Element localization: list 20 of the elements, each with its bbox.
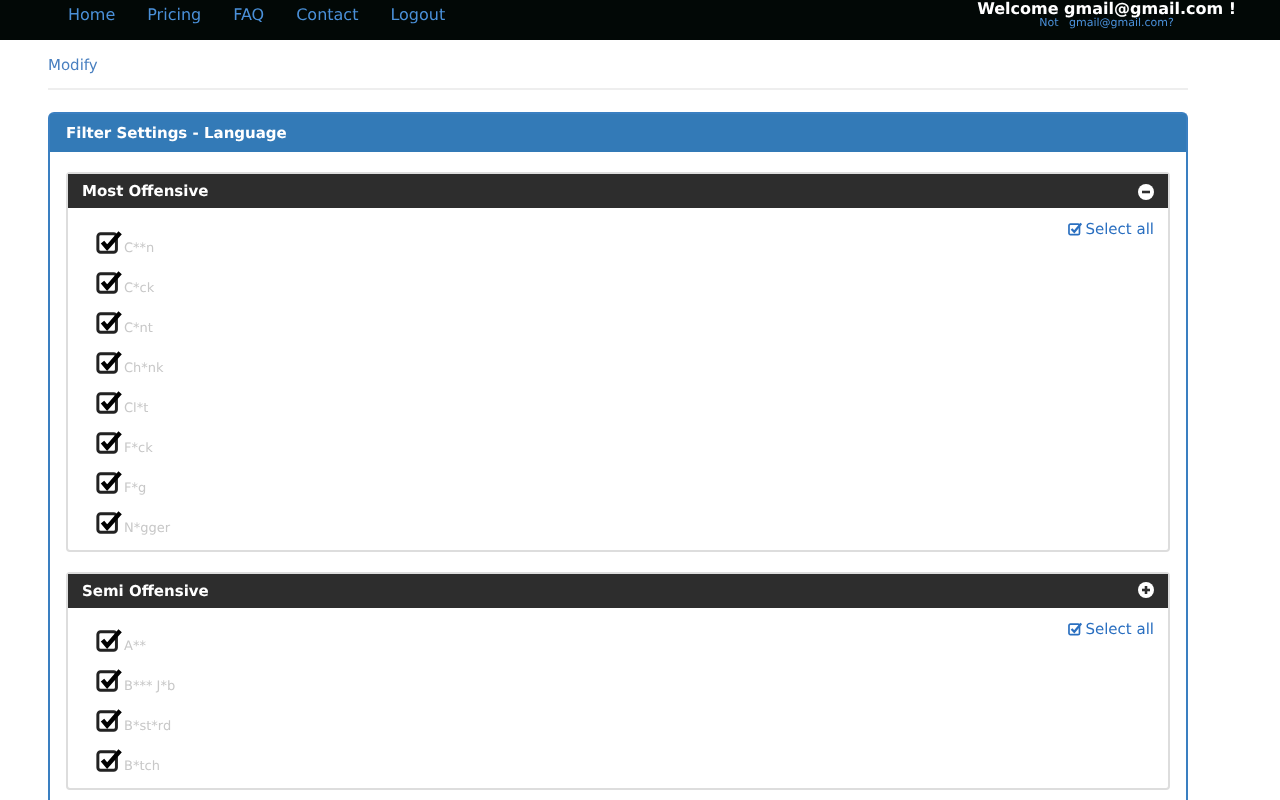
checked-checkbox[interactable] xyxy=(96,229,122,255)
expand-icon[interactable] xyxy=(1138,582,1154,598)
checked-checkbox[interactable] xyxy=(96,509,122,535)
nav-link[interactable]: FAQ xyxy=(217,0,281,30)
welcome-text: Welcome gmail@gmail.com ! xyxy=(977,0,1236,18)
checked-checkbox[interactable] xyxy=(96,469,122,495)
nav-link[interactable]: Pricing xyxy=(131,0,218,30)
nav-link[interactable]: Home xyxy=(52,0,132,30)
checked-checkbox[interactable] xyxy=(96,389,122,415)
checked-checkbox[interactable] xyxy=(96,429,122,455)
nav-link[interactable]: Logout xyxy=(374,0,462,30)
checked-checkbox[interactable] xyxy=(96,349,122,375)
collapse-icon[interactable] xyxy=(1138,183,1154,199)
checked-checkbox[interactable] xyxy=(96,309,122,335)
checked-checkbox[interactable] xyxy=(96,668,122,694)
checked-checkbox[interactable] xyxy=(96,269,122,295)
checked-checkbox[interactable] xyxy=(96,748,122,774)
checked-checkbox[interactable] xyxy=(96,628,122,654)
nav-link[interactable]: Contact xyxy=(280,0,375,30)
checked-checkbox[interactable] xyxy=(96,708,122,734)
